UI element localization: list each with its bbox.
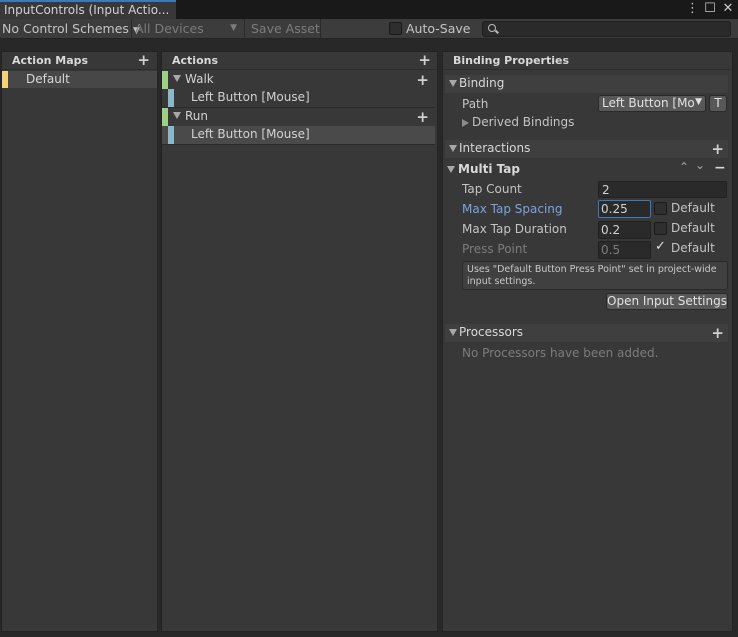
remove-interaction-icon[interactable]: − [714, 160, 726, 176]
search-icon [488, 24, 496, 32]
dropdown-arrow-icon: ▼ [695, 97, 702, 107]
default-label: Default [671, 241, 715, 255]
action-maps-title: Action Maps [12, 54, 89, 67]
default-label: Default [671, 201, 715, 215]
binding-section-label: Binding [459, 76, 505, 90]
binding-properties-panel: Binding Properties Binding Path Left But… [442, 51, 733, 632]
action-row-run[interactable]: Run + [162, 108, 435, 126]
open-input-settings-button[interactable]: Open Input Settings [606, 293, 728, 310]
derived-bindings-label[interactable]: Derived Bindings [472, 115, 574, 129]
action-map-label: Default [26, 72, 70, 86]
action-label: Run [185, 109, 209, 123]
window-tab-title: InputControls (Input Actio... [4, 3, 170, 17]
expand-arrow-icon[interactable] [173, 75, 181, 82]
window-controls: ⋮ ☐ ✕ [686, 1, 734, 17]
max-tap-duration-label: Max Tap Duration [462, 222, 567, 236]
path-label: Path [462, 97, 489, 111]
move-up-icon[interactable]: ⌃ [679, 160, 689, 174]
action-color-bar [162, 71, 168, 89]
collapse-arrow-icon[interactable] [449, 329, 457, 336]
max-tap-spacing-field[interactable]: 0.25 [598, 200, 651, 218]
add-processor-icon[interactable]: + [711, 326, 724, 341]
press-point-label: Press Point [462, 242, 528, 256]
collapse-arrow-icon[interactable] [449, 145, 457, 152]
binding-row-selected[interactable]: Left Button [Mouse] [162, 126, 435, 144]
path-dropdown[interactable]: Left Button [Mo ▼ [598, 95, 706, 112]
path-value: Left Button [Mo [602, 96, 695, 110]
search-input[interactable] [482, 21, 731, 37]
interactions-section-header[interactable]: Interactions + [445, 140, 728, 158]
add-action-icon[interactable]: + [418, 53, 431, 68]
action-row-walk[interactable]: Walk + [162, 71, 435, 89]
maximize-icon[interactable]: ☐ [704, 1, 716, 17]
action-maps-header: Action Maps + [2, 52, 157, 70]
window-tab-bar: InputControls (Input Actio... ⋮ ☐ ✕ [0, 0, 738, 19]
press-point-help-box: Uses "Default Button Press Point" set in… [462, 261, 728, 290]
toolbar-divider [244, 19, 245, 39]
text-mode-button[interactable]: T [709, 95, 727, 112]
tap-count-label: Tap Count [462, 182, 522, 196]
actions-panel: Actions + Walk + Left Button [Mouse] Run… [161, 51, 438, 632]
binding-row[interactable]: Left Button [Mouse] [162, 89, 435, 107]
row-divider [162, 144, 435, 145]
auto-save-toggle[interactable]: Auto-Save [389, 19, 470, 39]
actions-title: Actions [172, 54, 218, 67]
press-point-field[interactable]: 0.5 [598, 241, 651, 259]
binding-label: Left Button [Mouse] [191, 127, 310, 141]
devices-dropdown[interactable]: All Devices ▼ [135, 19, 241, 39]
max-tap-spacing-default-checkbox[interactable] [654, 202, 667, 215]
binding-label: Left Button [Mouse] [191, 90, 310, 104]
toolbar-divider [320, 19, 321, 39]
add-binding-icon[interactable]: + [416, 110, 429, 125]
processors-section-header[interactable]: Processors + [445, 324, 728, 342]
add-action-map-icon[interactable]: + [137, 53, 150, 68]
help-text: Uses "Default Button Press Point" set in… [467, 264, 717, 287]
multi-tap-title: Multi Tap [458, 162, 520, 176]
collapse-arrow-icon[interactable] [447, 166, 455, 173]
processors-section-label: Processors [459, 325, 524, 339]
action-color-bar [162, 108, 168, 126]
save-asset-label: Save Asset [251, 21, 320, 36]
expand-arrow-icon[interactable] [462, 119, 469, 127]
move-down-icon[interactable]: ⌄ [695, 158, 705, 172]
max-tap-duration-field[interactable]: 0.2 [598, 221, 651, 239]
vertical-dots-icon[interactable]: ⋮ [686, 1, 699, 17]
binding-properties-title: Binding Properties [453, 54, 570, 67]
expand-arrow-icon[interactable] [173, 112, 181, 119]
action-maps-panel: Action Maps + Default [1, 51, 158, 632]
add-interaction-icon[interactable]: + [711, 142, 724, 157]
add-binding-icon[interactable]: + [416, 73, 429, 88]
binding-properties-header: Binding Properties [443, 52, 732, 70]
no-processors-message: No Processors have been added. [462, 346, 659, 360]
collapse-arrow-icon[interactable] [449, 80, 457, 87]
toolbar: No Control Schemes ▼ All Devices ▼ Save As… [0, 19, 738, 39]
auto-save-label: Auto-Save [406, 21, 471, 36]
binding-color-bar [168, 89, 174, 107]
toolbar-divider [131, 19, 132, 39]
control-schemes-label: No Control Schemes [2, 21, 129, 36]
tap-count-field[interactable]: 2 [598, 181, 727, 198]
action-map-color-bar [2, 71, 8, 88]
control-schemes-dropdown[interactable]: No Control Schemes ▼ [2, 19, 140, 39]
action-map-item-default[interactable]: Default [2, 71, 157, 88]
close-icon[interactable]: ✕ [722, 1, 734, 17]
max-tap-duration-default-checkbox[interactable] [654, 222, 667, 235]
auto-save-checkbox[interactable] [389, 22, 402, 35]
max-tap-spacing-label: Max Tap Spacing [462, 202, 563, 216]
dropdown-arrow-icon: ▼ [230, 23, 237, 33]
actions-header: Actions + [162, 52, 437, 70]
window-tab[interactable]: InputControls (Input Actio... [0, 0, 176, 19]
binding-section-header[interactable]: Binding [445, 75, 728, 93]
check-icon[interactable]: ✓ [655, 239, 666, 254]
default-label: Default [671, 221, 715, 235]
save-asset-button[interactable]: Save Asset [251, 19, 320, 39]
interactions-section-label: Interactions [459, 141, 531, 155]
devices-label: All Devices [135, 21, 204, 36]
binding-color-bar [168, 126, 174, 144]
action-label: Walk [185, 72, 214, 86]
